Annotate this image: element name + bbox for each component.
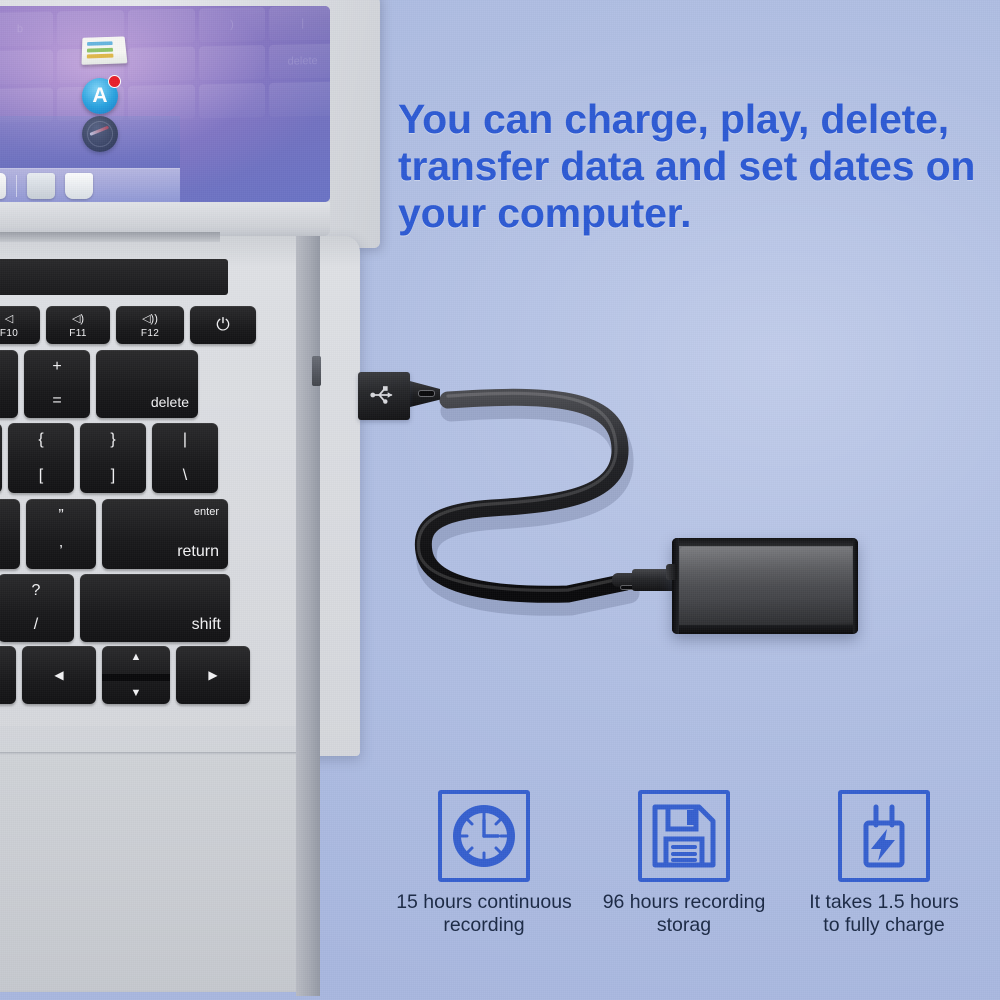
floppy-disk-icon <box>652 804 716 868</box>
feature-item-charge-time: It takes 1.5 hours to fully charge <box>786 790 982 937</box>
feature-icon-box <box>438 790 530 882</box>
feature-caption: 15 hours continuous recording <box>396 891 572 936</box>
feature-icon-box <box>838 790 930 882</box>
feature-caption: 96 hours recording storag <box>602 891 766 936</box>
device-right-edge <box>853 538 858 634</box>
feature-caption: It takes 1.5 hours to fully charge <box>809 891 959 936</box>
usb-trident-icon <box>370 386 393 404</box>
product-marketing-image: O b ) | - delete = <box>0 0 1000 1000</box>
usb-a-cable-slot <box>418 390 435 397</box>
device-top-edge <box>672 538 858 546</box>
clock-icon <box>453 805 515 867</box>
device-left-edge <box>672 538 679 634</box>
feature-item-recording-time: 15 hours continuous recording <box>386 790 582 937</box>
device-bottom-edge <box>672 625 858 634</box>
feature-icon-box <box>638 790 730 882</box>
feature-list: 15 hours continuous recording 96 hours r… <box>386 790 1000 960</box>
feature-item-storage: 96 hours recording storag <box>586 790 782 937</box>
usb-audio-recorder-device <box>666 538 858 634</box>
device-side-button[interactable] <box>666 564 677 580</box>
usb-a-connector <box>358 368 454 424</box>
device-sheen <box>680 547 852 587</box>
charger-plug-icon <box>863 804 905 868</box>
